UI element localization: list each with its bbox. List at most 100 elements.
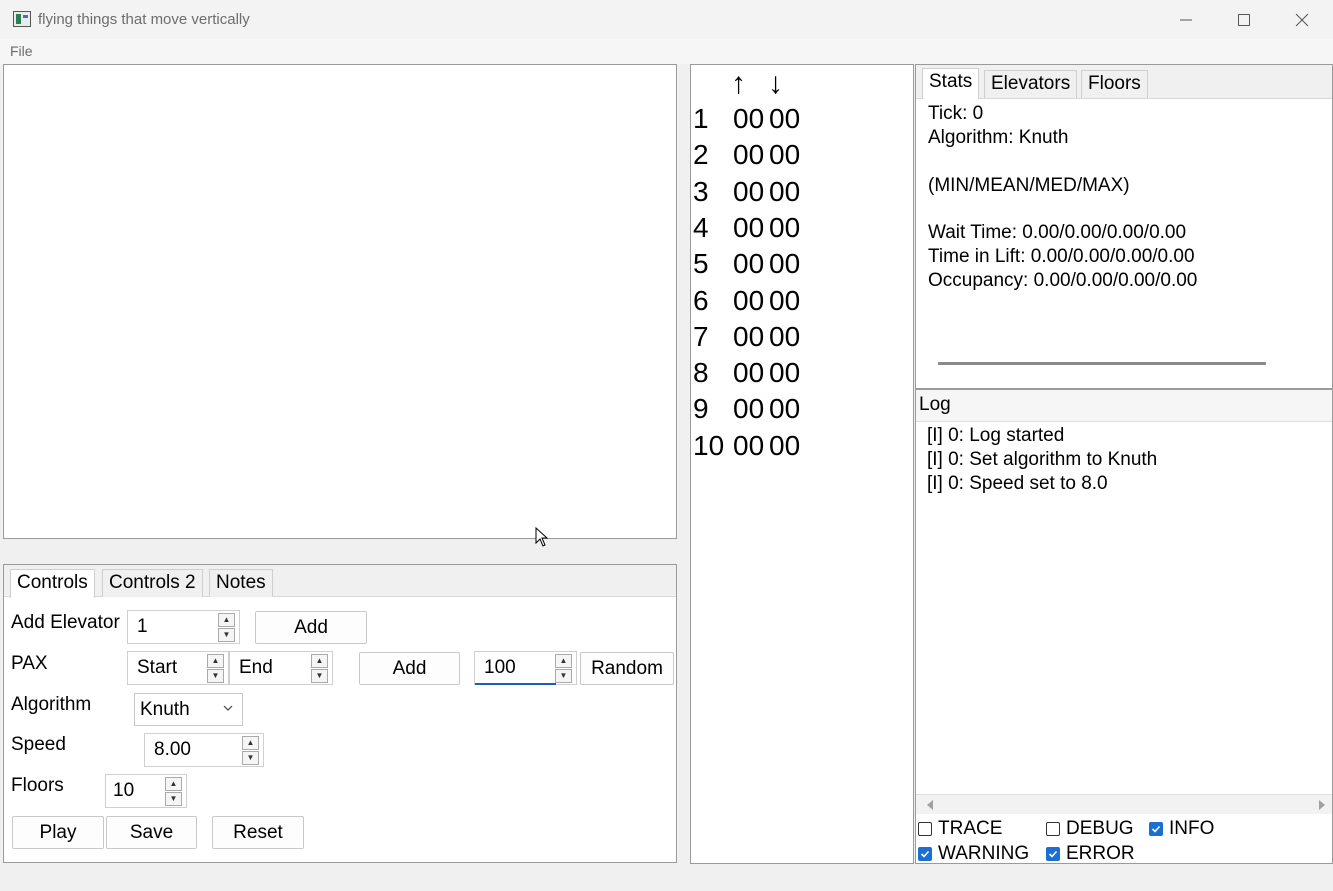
log-level-label: DEBUG bbox=[1066, 818, 1134, 839]
pax-label: PAX bbox=[11, 653, 48, 674]
floor-number: 4 bbox=[693, 211, 709, 243]
spin-down-icon[interactable]: ▼ bbox=[311, 669, 328, 683]
floor-up-count: 00 bbox=[733, 103, 765, 134]
pax-start-value: Start bbox=[137, 657, 178, 678]
elevator-count-spinbox[interactable]: 1 ▲ ▼ bbox=[127, 610, 240, 644]
spin-up-icon[interactable]: ▲ bbox=[242, 736, 259, 750]
spin-up-icon[interactable]: ▲ bbox=[555, 654, 572, 668]
stats-scrollbar[interactable] bbox=[938, 362, 1266, 365]
speed-value: 8.00 bbox=[154, 739, 191, 760]
floors-label: Floors bbox=[11, 775, 64, 796]
tab-elevators[interactable]: Elevators bbox=[984, 70, 1078, 98]
log-level-trace[interactable]: TRACE bbox=[918, 818, 1002, 840]
random-pax-button[interactable]: Random bbox=[580, 652, 674, 685]
floor-up-count: 00 bbox=[733, 284, 765, 316]
floor-down-count: 00 bbox=[769, 175, 801, 207]
floor-number: 10 bbox=[693, 429, 725, 461]
focus-underline bbox=[475, 683, 556, 685]
checkbox-icon bbox=[1046, 822, 1060, 836]
log-level-error[interactable]: ERROR bbox=[1046, 843, 1135, 865]
add-elevator-button[interactable]: Add bbox=[255, 611, 367, 644]
stats-panel: Stats Elevators Floors Tick: 0 Algorithm… bbox=[915, 64, 1333, 389]
floors-spinbox[interactable]: 10 ▲ ▼ bbox=[105, 774, 187, 808]
floor-down-count: 00 bbox=[769, 211, 801, 243]
floor-number: 9 bbox=[693, 393, 709, 425]
floor-down-count: 00 bbox=[769, 248, 801, 280]
speed-label: Speed bbox=[11, 734, 66, 755]
scroll-left-icon[interactable] bbox=[926, 800, 934, 810]
floor-up-count: 00 bbox=[733, 357, 765, 389]
spin-up-icon[interactable]: ▲ bbox=[311, 654, 328, 668]
log-level-label: WARNING bbox=[938, 843, 1030, 864]
floor-down-count: 00 bbox=[769, 139, 801, 171]
elevator-count-value: 1 bbox=[137, 616, 148, 637]
pax-start-spinbox[interactable]: Start ▲ ▼ bbox=[127, 651, 229, 685]
reset-button[interactable]: Reset bbox=[212, 816, 304, 849]
floor-up-count: 00 bbox=[733, 429, 765, 461]
controls-panel: Controls Controls 2 Notes Add Elevator 1… bbox=[3, 564, 677, 863]
log-title: Log bbox=[919, 394, 951, 415]
scroll-right-icon[interactable] bbox=[1318, 800, 1326, 810]
mouse-cursor-icon bbox=[535, 527, 549, 547]
pax-end-spinbox[interactable]: End ▲ ▼ bbox=[229, 651, 333, 685]
maximize-button[interactable] bbox=[1215, 0, 1273, 39]
floor-down-count: 00 bbox=[769, 429, 801, 461]
spin-down-icon[interactable]: ▼ bbox=[555, 669, 572, 683]
floor-up-count: 00 bbox=[733, 393, 765, 425]
floor-number: 1 bbox=[693, 103, 709, 134]
log-entry: [I] 0: Set algorithm to Knuth bbox=[927, 449, 1158, 470]
spin-up-icon[interactable]: ▲ bbox=[218, 613, 235, 627]
speed-spinbox[interactable]: 8.00 ▲ ▼ bbox=[144, 733, 264, 767]
tab-stats[interactable]: Stats bbox=[922, 68, 980, 99]
spin-down-icon[interactable]: ▼ bbox=[207, 669, 224, 683]
checkmark-icon bbox=[918, 847, 932, 861]
controls-tabstrip: Controls Controls 2 Notes bbox=[4, 565, 676, 598]
spin-up-icon[interactable]: ▲ bbox=[165, 777, 182, 791]
log-header: Log bbox=[916, 390, 1332, 422]
floor-down-count: 00 bbox=[769, 284, 801, 316]
tab-controls-2[interactable]: Controls 2 bbox=[102, 569, 203, 597]
algorithm-select[interactable]: Knuth bbox=[134, 693, 243, 726]
menu-bar bbox=[0, 39, 1333, 64]
add-pax-button[interactable]: Add bbox=[359, 652, 460, 685]
spin-down-icon[interactable]: ▼ bbox=[218, 628, 235, 642]
floor-down-count: 00 bbox=[769, 357, 801, 389]
spin-down-icon[interactable]: ▼ bbox=[165, 792, 182, 806]
menu-file[interactable]: File bbox=[10, 43, 33, 59]
log-level-info[interactable]: INFO bbox=[1149, 818, 1214, 840]
floor-up-count: 00 bbox=[733, 211, 765, 243]
stat-algorithm: Algorithm: Knuth bbox=[928, 127, 1069, 148]
floor-call-panel: ↑ ↓ 1 00 00 2 00 00 3 00 00 4 00 00 5 00 00 6 00 00 7 00 00 8… bbox=[690, 64, 914, 864]
spin-up-icon[interactable]: ▲ bbox=[207, 654, 224, 668]
close-button[interactable] bbox=[1273, 0, 1331, 39]
floor-up-count: 00 bbox=[733, 139, 765, 171]
log-entry: [I] 0: Speed set to 8.0 bbox=[927, 473, 1108, 494]
tab-controls[interactable]: Controls bbox=[10, 569, 95, 598]
checkbox-icon bbox=[918, 822, 932, 836]
log-level-label: ERROR bbox=[1066, 843, 1135, 864]
log-scrollbar[interactable] bbox=[916, 794, 1332, 814]
minimize-button[interactable] bbox=[1157, 0, 1215, 39]
window-title: flying things that move vertically bbox=[38, 11, 250, 28]
log-entry: [I] 0: Log started bbox=[927, 425, 1065, 446]
pax-count-value: 100 bbox=[484, 657, 516, 678]
log-panel: Log [I] 0: Log started [I] 0: Set algori… bbox=[915, 389, 1333, 864]
save-button[interactable]: Save bbox=[106, 816, 197, 849]
tab-notes[interactable]: Notes bbox=[209, 569, 273, 597]
add-elevator-label: Add Elevator bbox=[11, 612, 120, 633]
log-level-label: INFO bbox=[1169, 818, 1215, 839]
pax-count-spinbox[interactable]: 100 ▲ ▼ bbox=[474, 651, 577, 685]
floor-down-count: 00 bbox=[769, 320, 801, 352]
algorithm-selected: Knuth bbox=[140, 699, 190, 720]
log-level-warning[interactable]: WARNING bbox=[918, 843, 1029, 865]
spin-down-icon[interactable]: ▼ bbox=[242, 751, 259, 765]
algorithm-label: Algorithm bbox=[11, 694, 92, 715]
log-level-debug[interactable]: DEBUG bbox=[1046, 818, 1134, 840]
log-level-label: TRACE bbox=[938, 818, 1003, 839]
floor-down-count: 00 bbox=[769, 103, 801, 134]
tab-floors[interactable]: Floors bbox=[1081, 70, 1148, 98]
simulation-canvas[interactable] bbox=[3, 64, 677, 539]
floor-number: 8 bbox=[693, 357, 709, 389]
stat-tick: Tick: 0 bbox=[928, 103, 984, 124]
play-button[interactable]: Play bbox=[12, 816, 104, 849]
